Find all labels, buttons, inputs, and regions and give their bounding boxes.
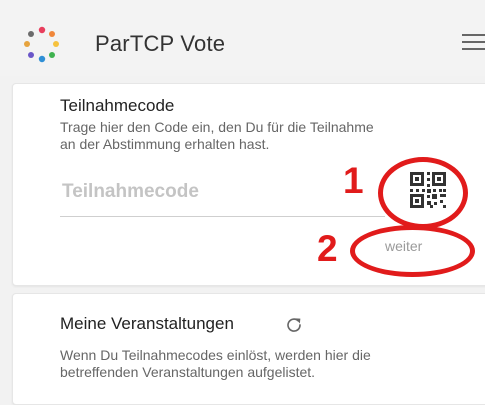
card-description-my-events: Wenn Du Teilnahmecodes einlöst, werden h… [60,347,371,381]
annotation-marker-1: 1 [343,160,364,201]
card-title-participation-code: Teilnahmecode [60,96,175,115]
card-description-participation-code: Trage hier den Code ein, den Du für die … [60,119,374,153]
description-line-1: Wenn Du Teilnahmecodes einlöst, werden h… [60,347,371,363]
annotation-marker-2: 2 [317,228,338,269]
annotation-circle-1 [378,157,468,229]
description-line-1: Trage hier den Code ein, den Du für die … [60,119,374,135]
description-line-2: an der Abstimmung erhalten hast. [60,136,270,152]
description-line-2: betreffenden Veranstaltungen aufgelistet… [60,364,316,380]
partcp-logo-icon [24,26,59,63]
app-title: ParTCP Vote [95,31,226,56]
hamburger-menu-icon[interactable] [462,34,485,54]
my-events-card: Meine Veranstaltungen Wenn Du Teilnahmec… [12,293,485,405]
input-underline [60,216,385,217]
annotation-circle-2 [350,225,475,277]
app-header: ParTCP Vote [0,0,485,76]
card-title-my-events: Meine Veranstaltungen [60,314,234,333]
refresh-icon[interactable] [285,316,303,334]
